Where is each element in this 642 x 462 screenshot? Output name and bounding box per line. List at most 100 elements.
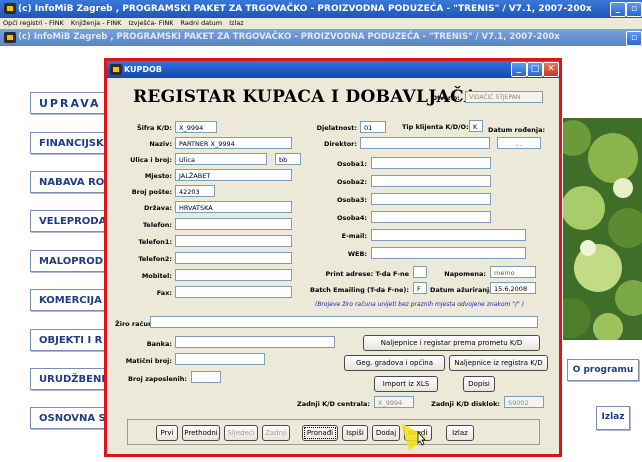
tip-klijenta-label: Tip klijenta K/D/O:	[402, 123, 469, 131]
osoba2-field[interactable]	[371, 175, 491, 187]
app-title-bar: (c) InfoMiB Zagreb , PROGRAMSKI PAKET ZA…	[0, 0, 642, 18]
telefon1-field[interactable]	[175, 235, 292, 247]
background-photo	[563, 118, 642, 340]
mjesto-label: Mjesto:	[144, 172, 172, 180]
direktor-label: Direktor:	[324, 140, 357, 148]
restore-icon[interactable]: ▫	[626, 2, 642, 17]
child-window-title-bar: (c) InfoMiB Zagreb , PROGRAMSKI PAKET ZA…	[0, 29, 642, 46]
broj-poste-field[interactable]: 42203	[175, 185, 215, 197]
zadnji-centrala-field: X_9994	[374, 396, 414, 408]
zadnji-centrala-label: Zadnji K/D centrala:	[297, 400, 370, 408]
naziv-field[interactable]: PARTNER X_9994	[175, 137, 292, 149]
geg-gradova-button[interactable]: Geg. gradova i općina	[344, 355, 445, 371]
osoba4-label: Osoba4:	[336, 214, 367, 222]
main-menu-uprava[interactable]: UPRAVA	[30, 92, 112, 114]
naziv-label: Naziv:	[149, 140, 172, 148]
napomena-field[interactable]: memo	[490, 266, 536, 278]
osoba1-field[interactable]	[371, 157, 491, 169]
dialog-icon	[110, 64, 122, 75]
main-menu-osnovna[interactable]: OSNOVNA S	[30, 407, 112, 429]
main-menu-objekti[interactable]: OBJEKTI I R	[30, 329, 112, 351]
web-field[interactable]	[371, 247, 526, 259]
broj-zaposlenih-label: Broj zaposlenih:	[128, 375, 187, 383]
print-adrese-label: Print adrese: T-da F-ne	[325, 270, 409, 278]
naljepnice-promet-button[interactable]: Naljepnice i registar prema prometu K/D	[363, 335, 540, 351]
dopisi-button[interactable]: Dopisi	[463, 376, 495, 392]
menu-item-izvjesca[interactable]: Izvješća- FINK	[128, 19, 173, 27]
direktor-field[interactable]	[360, 137, 490, 149]
izlaz-main-button[interactable]: Izlaz	[596, 406, 630, 430]
main-menu-nabava[interactable]: NABAVA RO	[30, 171, 112, 193]
broj-zaposlenih-field[interactable]	[191, 371, 221, 383]
osoba3-field[interactable]	[371, 193, 491, 205]
zadnji-dislok-field: S9002	[504, 396, 544, 408]
ulica-field[interactable]: Ulica	[175, 153, 267, 165]
batch-emailing-label: Batch Emailing (T-da F-ne):	[309, 286, 409, 294]
telefon2-label: Telefon2:	[138, 255, 172, 263]
import-xls-button[interactable]: Import iz XLS	[374, 376, 438, 392]
zadnji-dislok-label: Zadnji K/D disklok:	[431, 400, 500, 408]
print-adrese-field[interactable]	[413, 266, 427, 278]
ziro-racun-label: Žiro račun:	[115, 320, 156, 328]
email-label: E-mail:	[341, 232, 367, 240]
dialog-title: KUPDOB	[124, 65, 162, 74]
otvorio-label: Otvorio:	[432, 95, 460, 102]
dialog-minimize-icon[interactable]: _	[511, 62, 527, 77]
datum-rodenja-field[interactable]: . .	[497, 137, 541, 149]
child-window-icon	[4, 32, 16, 43]
drzava-label: Država:	[144, 204, 172, 212]
app-icon	[4, 3, 16, 14]
main-menu-maloprodaja[interactable]: MALOPROD	[30, 250, 112, 272]
telefon1-label: Telefon1:	[138, 238, 172, 246]
main-menu-financijsko[interactable]: FINANCIJSK	[30, 132, 112, 154]
telefon-field[interactable]	[175, 218, 292, 230]
menu-item-radni-datum[interactable]: Radni datum	[181, 19, 223, 27]
telefon2-field[interactable]	[175, 252, 292, 264]
datum-azuriranja-field[interactable]: 15.6.2008	[490, 282, 536, 294]
dialog-maximize-icon[interactable]: □	[527, 62, 543, 77]
osoba2-label: Osoba2:	[336, 178, 367, 186]
mobitel-field[interactable]	[175, 269, 292, 281]
fax-label: Fax:	[156, 289, 172, 297]
sljedeci-button[interactable]: Sljedeći	[224, 425, 258, 441]
ziro-racun-field[interactable]	[150, 316, 538, 328]
banka-label: Banka:	[146, 340, 172, 348]
menu-item-izlaz[interactable]: Izlaz	[229, 19, 244, 27]
fax-field[interactable]	[175, 286, 292, 298]
mjesto-field[interactable]: JALŽABET	[175, 169, 292, 181]
main-menu-urudzbeni[interactable]: URUDŽBENI	[30, 368, 112, 390]
child-restore-icon[interactable]: ▫	[626, 31, 642, 46]
banka-field[interactable]	[175, 336, 335, 348]
menu-item-opci-registri[interactable]: Opći registri - FINK	[3, 19, 64, 27]
datum-azuriranja-label: Datum ažuriranja:	[430, 286, 497, 294]
minimize-icon[interactable]: _	[610, 2, 626, 17]
djelatnost-field[interactable]: 01	[360, 121, 386, 133]
zadnji-button[interactable]: Zadnji	[262, 425, 290, 441]
prethodni-button[interactable]: Prethodni	[182, 425, 220, 441]
menu-item-knjizenja[interactable]: Knjiženja - FINK	[71, 19, 122, 27]
drzava-field[interactable]: HRVATSKA	[175, 201, 292, 213]
ulica-label: Ulica i broj:	[130, 156, 172, 164]
osoba4-field[interactable]	[371, 211, 491, 223]
batch-emailing-field[interactable]: F	[413, 282, 427, 294]
sifra-label: Šifra K/D:	[137, 124, 172, 132]
napomena-label: Napomena:	[444, 270, 486, 278]
child-window-title: (c) InfoMiB Zagreb , PROGRAMSKI PAKET ZA…	[18, 32, 560, 42]
dialog-close-icon[interactable]: ✕	[543, 62, 559, 77]
ispis-button[interactable]: Ispiši	[342, 425, 368, 441]
naljepnice-registar-button[interactable]: Naljepnice iz registra K/D	[449, 355, 548, 371]
izlaz-dialog-button[interactable]: Izlaz	[446, 425, 474, 441]
email-field[interactable]	[371, 229, 526, 241]
o-programu-button[interactable]: O programu	[567, 359, 639, 381]
sifra-field[interactable]: X_9994	[175, 121, 217, 133]
pronadi-button[interactable]: Pronađi	[302, 425, 338, 441]
dodaj-button[interactable]: Dodaj	[372, 425, 400, 441]
maticni-broj-field[interactable]	[175, 353, 265, 365]
main-menu-veleprodaja[interactable]: VELEPRODA	[30, 210, 112, 232]
prvi-button[interactable]: Prvi	[156, 425, 178, 441]
datum-rodenja-label: Datum rođenja:	[488, 126, 546, 134]
main-menu-komercijala[interactable]: KOMERCIJA	[30, 289, 112, 311]
tip-klijenta-field[interactable]: K	[469, 120, 483, 132]
djelatnost-label: Djelatnost:	[316, 124, 357, 132]
dialog-title-bar: KUPDOB _ □ ✕	[107, 61, 559, 78]
